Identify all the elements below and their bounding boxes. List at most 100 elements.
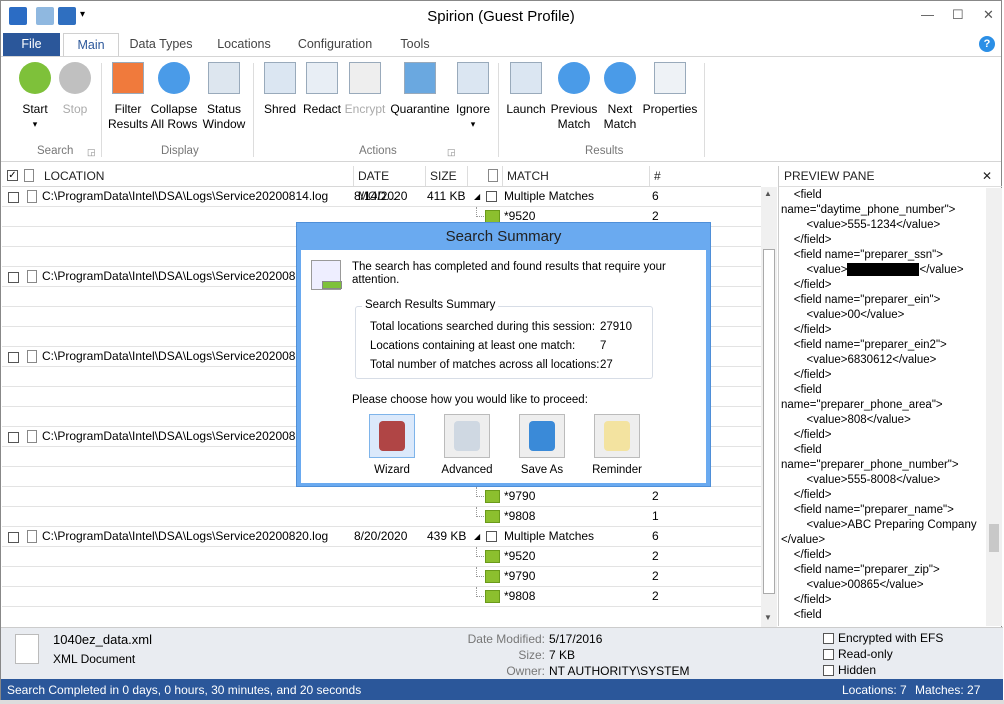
expand-icon[interactable]: ◢ [474,527,480,546]
count-cell: 2 [652,589,659,603]
dialog-launcher-icon[interactable]: ◲ [447,147,456,158]
file-type: XML Document [53,652,136,666]
ribbon: Start ▾ Stop Filter Results Collapse All Row… [1,56,1001,162]
collapse-all-rows-button[interactable]: Collapse All Rows [149,62,199,132]
size-label: Size: [518,648,545,662]
row-checkbox[interactable] [8,432,19,443]
ignore-button[interactable]: Ignore ▾ [453,62,493,132]
row-checkbox[interactable] [8,352,19,363]
preview-line: <field [781,444,822,456]
preview-line: <field [781,384,822,396]
count-cell: 6 [652,529,659,543]
match-cell: Multiple Matches [504,529,595,543]
owner-value: NT AUTHORITY\SYSTEM [549,664,690,678]
row-checkbox[interactable] [8,192,19,203]
filter-results-button[interactable]: Filter Results [107,62,149,132]
search-summary-dialog: Search Summary The search has completed … [296,222,711,487]
quarantine-button[interactable]: Quarantine [389,62,451,117]
option-label: Wizard [374,464,410,476]
maximize-button[interactable]: ☐ [952,7,964,23]
match-cell: *9520 [504,549,536,563]
column-location[interactable]: LOCATION [40,166,354,186]
preview-pane: PREVIEW PANE ✕ <field name="daytime_phone_… [778,166,1002,626]
close-preview-icon[interactable]: ✕ [982,166,992,186]
status-window-button[interactable]: Status Window [201,62,247,132]
reminder-option-button[interactable] [594,414,640,458]
results-scrollbar[interactable]: ▲ ▼ [761,187,777,627]
count-cell: 2 [652,569,659,583]
previous-match-button[interactable]: Previous Match [549,62,599,132]
scroll-thumb[interactable] [763,249,775,594]
row-checkbox[interactable] [8,272,19,283]
dropdown-arrow-icon: ▾ [470,119,476,129]
button-label: Filter Results [107,102,148,131]
tab-data-types[interactable]: Data Types [123,33,199,56]
results-header: ✓ LOCATION DATE MOD... SIZE MATCH # [2,166,761,203]
close-button[interactable]: ✕ [983,7,994,23]
wizard-option-button[interactable] [369,414,415,458]
redacted-value [847,263,920,277]
launch-button[interactable]: Launch [505,62,547,117]
encrypt-button[interactable]: Encrypt [343,62,387,117]
tree-line [476,567,484,577]
location-cell: C:\ProgramData\Intel\DSA\Logs\Service202… [42,349,303,363]
file-row[interactable]: C:\ProgramData\Intel\DSA\Logs\Service202… [2,527,761,547]
expand-icon[interactable]: ◢ [474,187,480,206]
column-count[interactable]: # [650,166,760,186]
table-row[interactable]: *9790 2 [2,567,761,587]
multiple-matches-icon [486,191,497,202]
next-match-button[interactable]: Next Match [601,62,639,132]
group-label-actions: Actions [359,145,397,157]
group-label-results: Results [585,145,624,157]
log-file-icon [27,430,37,443]
log-file-icon [27,530,37,543]
column-date-modified[interactable]: DATE MOD... [354,166,426,203]
preview-scrollbar[interactable] [986,188,1002,626]
advanced-option-button[interactable] [444,414,490,458]
button-label: Next Match [603,102,637,131]
redact-button[interactable]: Redact [301,62,343,117]
attr-checkbox-read-only[interactable] [823,649,834,660]
scroll-up-icon[interactable]: ▲ [764,189,772,198]
save-as-option-button[interactable] [519,414,565,458]
tree-line [476,207,484,217]
row-checkbox[interactable] [8,532,19,543]
tab-tools[interactable]: Tools [395,33,435,56]
preview-line: <field name="preparer_name"> [781,504,954,516]
dialog-launcher-icon[interactable]: ◲ [87,147,96,158]
match-cell: *9808 [504,509,536,523]
stop-button[interactable]: Stop [57,62,93,117]
summary-title: Search Results Summary [362,299,499,311]
table-row[interactable]: *9808 1 [2,507,761,527]
button-label: Previous Match [550,102,598,131]
minimize-button[interactable]: — [921,7,934,22]
table-row[interactable]: *9520 2 [2,547,761,567]
attr-checkbox-encrypted-with-efs[interactable] [823,633,834,644]
help-icon[interactable]: ? [979,36,995,52]
properties-button[interactable]: Properties [641,62,699,117]
table-row[interactable]: *9790 2 [2,487,761,507]
tab-configuration[interactable]: Configuration [293,33,377,56]
launch-icon [510,62,542,94]
scroll-down-icon[interactable]: ▼ [764,613,772,622]
ssn-match-icon [485,510,500,523]
table-row[interactable]: *9808 2 [2,587,761,607]
tab-file[interactable]: File [3,33,60,56]
start-button[interactable]: Start ▾ [15,62,55,132]
tab-locations[interactable]: Locations [209,33,279,56]
rewind-icon [558,62,590,94]
tab-main[interactable]: Main [63,33,119,57]
column-match[interactable]: MATCH [502,166,650,186]
attr-checkbox-hidden[interactable] [823,665,834,676]
select-all-checkbox[interactable]: ✓ [7,170,18,181]
status-message: Search Completed in 0 days, 0 hours, 30 … [7,683,362,697]
date-modified-label: Date Modified: [467,632,545,646]
file-row[interactable]: C:\ProgramData\Intel\DSA\Logs\Service202… [2,187,761,207]
shred-button[interactable]: Shred [261,62,299,117]
column-size[interactable]: SIZE [426,166,468,186]
redact-icon [306,62,338,94]
status-window-icon [311,260,342,290]
status-window-icon [208,62,240,94]
encrypt-icon [349,62,381,94]
preview-scroll-thumb[interactable] [989,524,999,552]
